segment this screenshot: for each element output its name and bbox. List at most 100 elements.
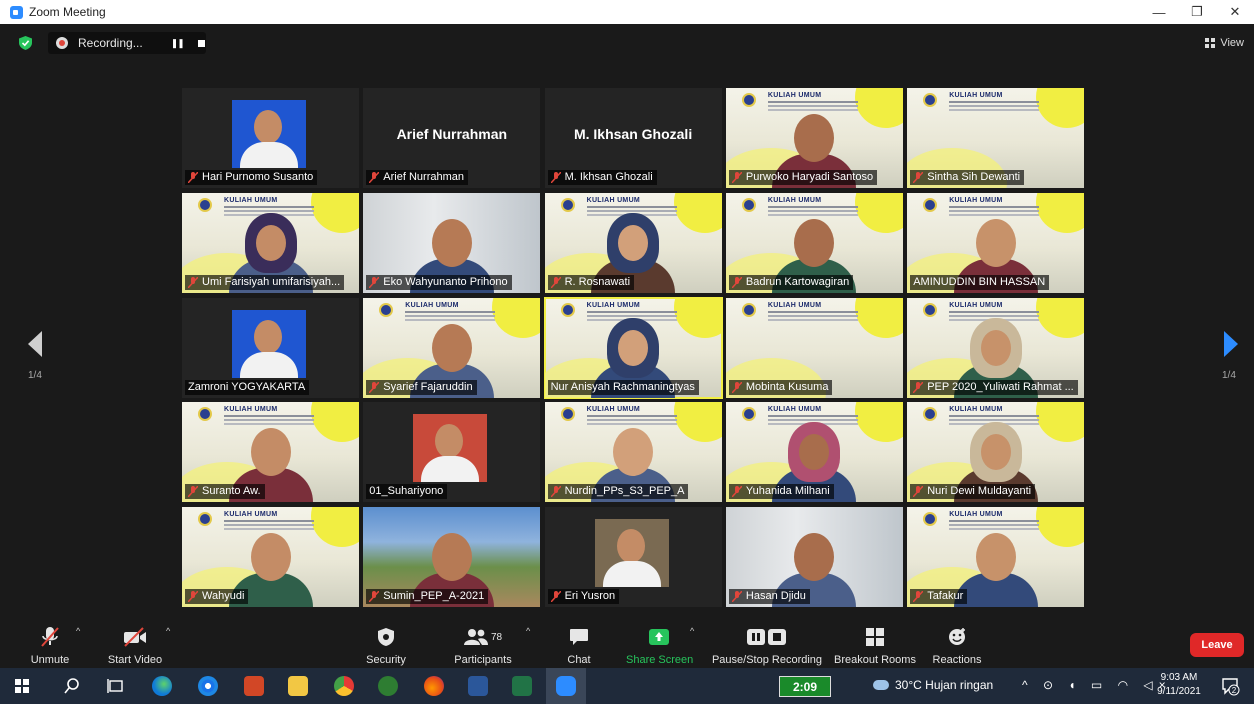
participant-name: Yuhanida Milhani bbox=[745, 485, 830, 498]
participant-display-name: Arief Nurrahman bbox=[396, 126, 508, 142]
microphone-muted-icon bbox=[913, 486, 924, 498]
green-app-icon[interactable] bbox=[378, 676, 398, 696]
clock-time: 9:03 AM bbox=[1160, 672, 1198, 683]
page-indicator-right: 1/4 bbox=[1222, 370, 1236, 381]
participant-tile[interactable]: KULIAH UMUM Purwoko Haryadi Santoso bbox=[725, 88, 903, 188]
participant-tile[interactable]: KULIAH UMUM Yuhanida Milhani bbox=[725, 402, 903, 503]
participant-name-label: Nurdin_PPs_S3_PEP_A bbox=[547, 484, 689, 500]
windows-start-icon[interactable] bbox=[12, 676, 32, 696]
participant-tile[interactable]: Arief Nurrahman Arief Nurrahman bbox=[363, 88, 541, 188]
security-button[interactable]: Security bbox=[360, 612, 412, 668]
microphone-muted-icon bbox=[369, 591, 380, 603]
participant-name-label: Hasan Djidu bbox=[728, 589, 810, 605]
microphone-muted-icon bbox=[188, 172, 198, 183]
chrome-browser-icon[interactable] bbox=[198, 676, 218, 696]
participant-tile[interactable]: KULIAH UMUM Nuri Dewi Muldayanti bbox=[907, 402, 1085, 503]
file-explorer-icon[interactable] bbox=[288, 676, 308, 696]
video-options-chevron-icon[interactable]: ^ bbox=[166, 626, 170, 636]
participant-name-label: Eko Wahyunanto Prihono bbox=[366, 274, 512, 290]
participant-tile[interactable]: Sumin_PEP_A-2021 bbox=[363, 507, 541, 608]
participant-tile[interactable]: KULIAH UMUM Nur Anisyah Rachmaningtyas bbox=[543, 296, 723, 399]
participant-tile[interactable]: Hari Purnomo Susanto bbox=[182, 88, 359, 188]
participant-tile[interactable]: 01_Suhariyono bbox=[363, 402, 541, 503]
participant-name: Sumin_PEP_A-2021 bbox=[383, 590, 485, 603]
participant-tile[interactable]: KULIAH UMUM Badrun Kartowagiran bbox=[725, 192, 903, 293]
microphone-muted-icon bbox=[188, 591, 198, 603]
breakout-rooms-button[interactable]: Breakout Rooms bbox=[834, 612, 916, 668]
participant-name-label: R. Rosnawati bbox=[547, 274, 635, 290]
participant-tile[interactable]: KULIAH UMUM AMINUDDIN BIN HASSAN bbox=[907, 192, 1085, 293]
virtual-background-banner: KULIAH UMUM bbox=[949, 92, 1003, 99]
notification-center-icon[interactable]: 2 bbox=[1220, 676, 1240, 696]
chat-button[interactable]: Chat bbox=[562, 612, 596, 668]
unmute-button[interactable]: Unmute ^ bbox=[24, 612, 81, 668]
pause-stop-recording-label: Pause/Stop Recording bbox=[711, 654, 823, 666]
pause-recording-icon[interactable]: ❚❚ bbox=[171, 38, 185, 49]
restore-button[interactable]: ❐ bbox=[1178, 0, 1216, 24]
encryption-shield-icon[interactable] bbox=[19, 36, 32, 50]
participant-tile[interactable]: KULIAH UMUM Nurdin_PPs_S3_PEP_A bbox=[544, 402, 722, 503]
edge-browser-icon[interactable] bbox=[152, 676, 172, 696]
share-options-chevron-icon[interactable]: ^ bbox=[690, 626, 694, 636]
powerpoint-icon[interactable] bbox=[244, 676, 264, 696]
leave-button[interactable]: Leave bbox=[1190, 633, 1244, 657]
system-tray[interactable]: ^ ⊙ ◖ ▭ ◠ ◁× bbox=[1022, 678, 1172, 692]
participant-tile[interactable]: KULIAH UMUM Wahyudi bbox=[182, 507, 359, 608]
chrome-app-icon[interactable] bbox=[334, 676, 354, 696]
taskbar-clock[interactable]: 9:03 AM 9/11/2021 bbox=[1152, 671, 1206, 699]
task-view-icon[interactable] bbox=[106, 676, 126, 696]
university-logo-icon bbox=[560, 407, 575, 422]
participant-tile[interactable]: KULIAH UMUM Sintha Sih Dewanti bbox=[907, 88, 1085, 188]
pause-stop-icon bbox=[747, 629, 786, 645]
word-icon[interactable] bbox=[468, 676, 488, 696]
participant-tile[interactable]: KULIAH UMUM Umi Farisiyah umifarisiyah... bbox=[182, 192, 359, 293]
view-button[interactable]: View bbox=[1205, 32, 1244, 54]
participant-tile[interactable]: KULIAH UMUM Syarief Fajaruddin bbox=[363, 297, 541, 398]
university-logo-icon bbox=[741, 302, 756, 317]
participant-name-label: PEP 2020_Yuliwati Rahmat ... bbox=[910, 379, 1078, 395]
participants-options-chevron-icon[interactable]: ^ bbox=[526, 626, 530, 636]
participant-name-label: Hari Purnomo Susanto bbox=[185, 170, 318, 185]
participant-name: Nuri Dewi Muldayanti bbox=[927, 485, 1032, 498]
participant-tile[interactable]: KULIAH UMUM Tafakur bbox=[907, 507, 1085, 608]
virtual-background-banner: KULIAH UMUM bbox=[949, 301, 1003, 309]
microphone-muted-icon bbox=[369, 276, 380, 288]
participant-tile[interactable]: KULIAH UMUM R. Rosnawati bbox=[544, 192, 722, 293]
recording-indicator: Recording... ❚❚ bbox=[48, 32, 206, 54]
stop-recording-icon[interactable] bbox=[197, 39, 205, 47]
participant-name: R. Rosnawati bbox=[564, 275, 631, 288]
participant-tile[interactable]: KULIAH UMUM Mobinta Kusuma bbox=[725, 297, 903, 398]
participant-tile[interactable]: M. Ikhsan Ghozali M. Ikhsan Ghozali bbox=[544, 88, 722, 188]
participants-button[interactable]: 78 Participants ^ bbox=[450, 612, 530, 668]
participant-tile[interactable]: Hasan Djidu bbox=[725, 507, 903, 608]
next-page-arrow-icon[interactable] bbox=[1222, 329, 1242, 359]
close-button[interactable]: ✕ bbox=[1216, 0, 1254, 24]
virtual-background-banner: KULIAH UMUM bbox=[767, 301, 822, 309]
search-icon[interactable] bbox=[62, 676, 82, 696]
university-logo-icon bbox=[379, 302, 394, 317]
participants-count: 78 bbox=[490, 631, 503, 643]
participant-tile[interactable]: KULIAH UMUM PEP 2020_Yuliwati Rahmat ... bbox=[907, 297, 1085, 398]
minimize-button[interactable]: — bbox=[1140, 0, 1178, 24]
participant-tile[interactable]: Eko Wahyunanto Prihono bbox=[363, 192, 541, 293]
participant-tile[interactable]: Zamroni YOGYAKARTA bbox=[182, 297, 359, 398]
weather-widget[interactable]: 30°C Hujan ringan bbox=[873, 678, 993, 692]
weather-cloud-icon bbox=[873, 680, 889, 690]
participant-tile[interactable]: KULIAH UMUM Suranto Aw. bbox=[182, 402, 359, 503]
start-video-button[interactable]: Start Video ^ bbox=[104, 612, 170, 668]
zoom-taskbar-icon[interactable] bbox=[556, 676, 576, 696]
participant-name-label: 01_Suhariyono bbox=[366, 484, 448, 500]
previous-page-arrow-icon[interactable] bbox=[24, 329, 44, 359]
participant-name: Zamroni YOGYAKARTA bbox=[188, 380, 306, 393]
excel-icon[interactable] bbox=[512, 676, 532, 696]
participant-tile[interactable]: Eri Yusron bbox=[544, 507, 722, 608]
firefox-icon[interactable] bbox=[424, 676, 444, 696]
notification-count: 2 bbox=[1232, 686, 1237, 695]
university-logo-icon bbox=[923, 197, 938, 212]
participant-name-label: Nur Anisyah Rachmaningtyas bbox=[547, 379, 699, 395]
reactions-button[interactable]: Reactions bbox=[930, 612, 984, 668]
participant-name: Nurdin_PPs_S3_PEP_A bbox=[564, 485, 685, 498]
audio-options-chevron-icon[interactable]: ^ bbox=[76, 626, 80, 636]
share-screen-button[interactable]: Share Screen ^ bbox=[626, 612, 694, 668]
pause-stop-recording-button[interactable]: Pause/Stop Recording bbox=[711, 612, 823, 668]
